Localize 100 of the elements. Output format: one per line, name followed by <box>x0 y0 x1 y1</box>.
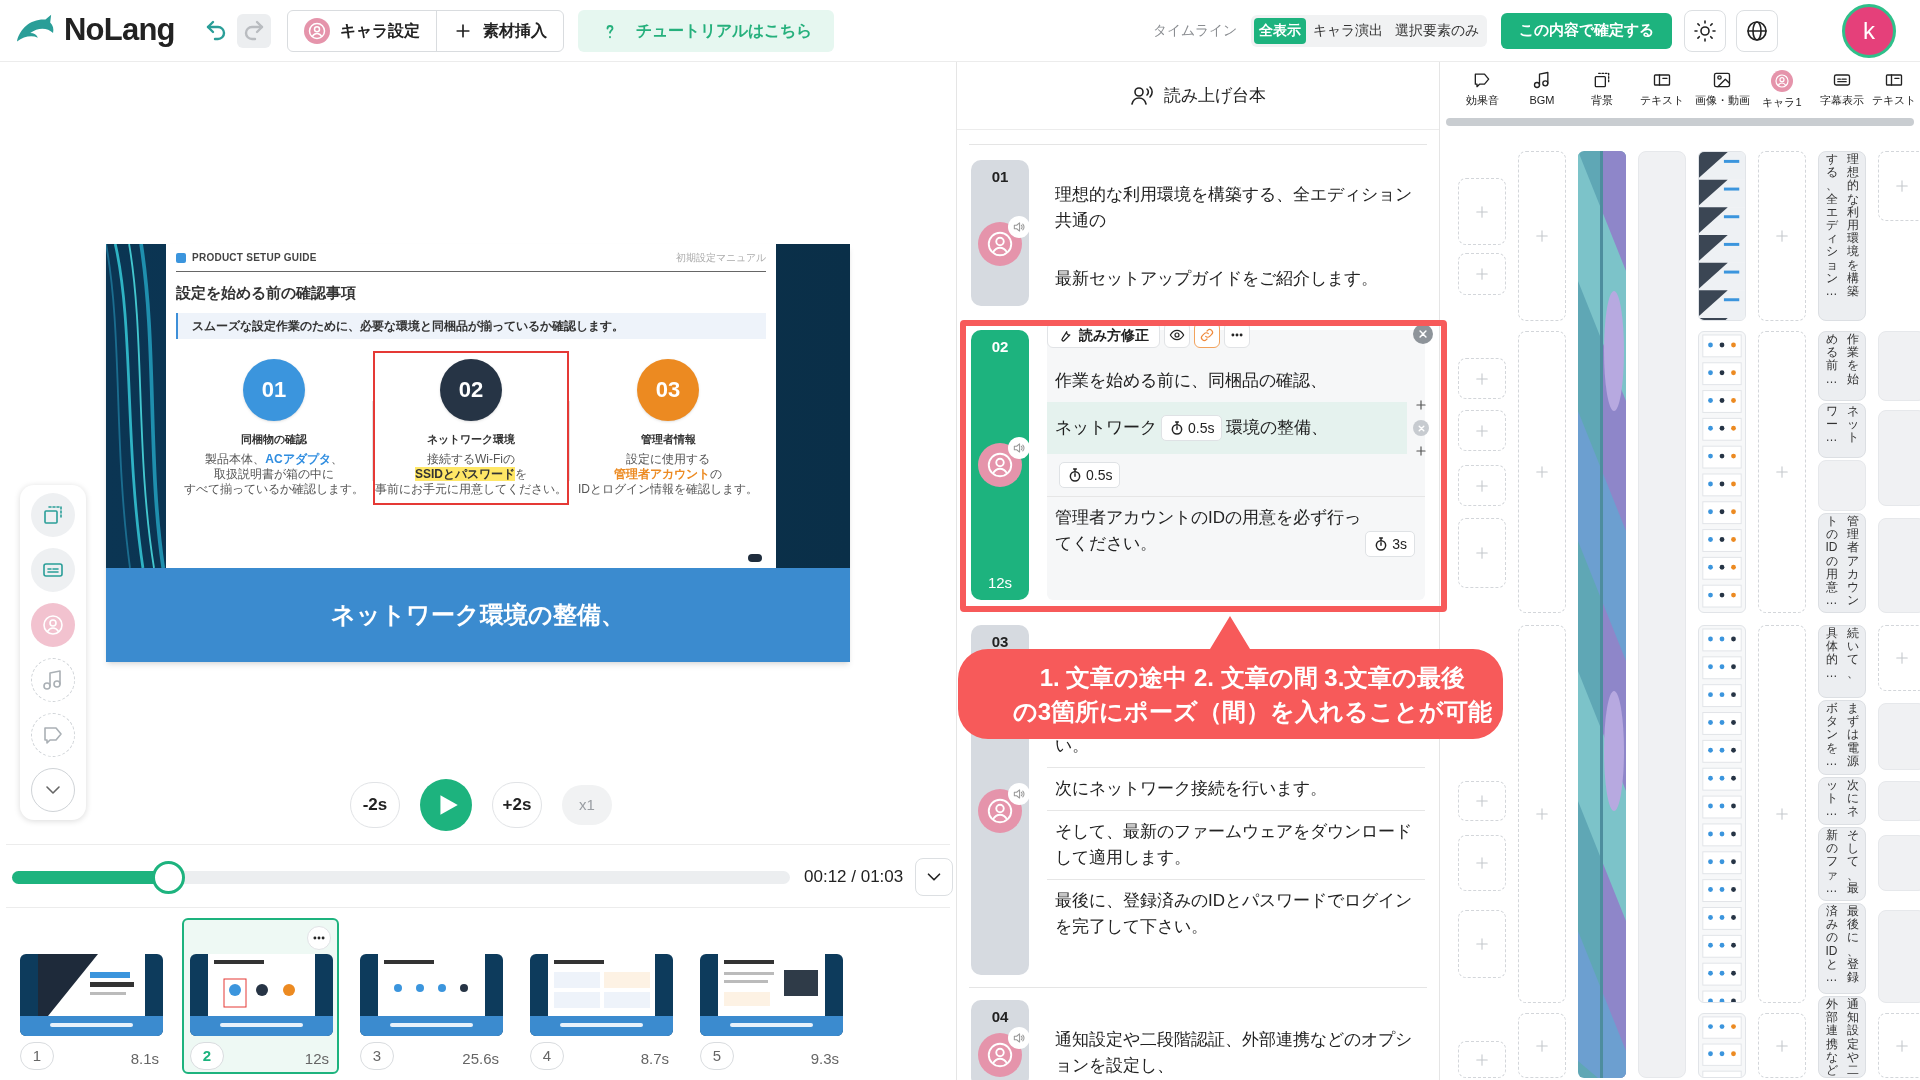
scene-card[interactable]: 1 8.1s <box>12 918 169 1074</box>
thumbnail-strip[interactable] <box>1698 625 1746 1003</box>
track-header[interactable]: テキスト <box>1872 70 1916 114</box>
subtitle-clip[interactable]: 具体的… 続いて、 <box>1818 625 1866 698</box>
subtitle-clip[interactable]: ボタンを… まずは電源 <box>1818 700 1866 775</box>
empty-clip[interactable] <box>1638 151 1686 1078</box>
scrollbar[interactable] <box>1446 118 1914 126</box>
pause-chip[interactable]: 3s <box>1365 531 1415 557</box>
scene-card[interactable]: 4 8.7s <box>522 918 679 1074</box>
slider-handle[interactable] <box>151 860 185 894</box>
subtitle-clip[interactable]: する、全エディション… 理想的な利用環境を構築 <box>1818 151 1866 321</box>
add-slot[interactable] <box>1518 331 1566 613</box>
theme-button[interactable] <box>1684 9 1726 52</box>
slide-thumbnail[interactable] <box>190 954 333 1036</box>
collapse-button[interactable] <box>915 858 954 896</box>
track-header[interactable]: BGM <box>1512 70 1572 114</box>
thumbnail-strip[interactable] <box>1698 331 1746 613</box>
scene-number: 4 <box>530 1042 564 1070</box>
add-slot[interactable] <box>1758 1013 1806 1078</box>
script-sentence[interactable]: 最新セットアップガイドをご紹介します。 <box>1047 258 1425 300</box>
step-label: 管理者情報 <box>640 431 696 447</box>
user-avatar[interactable]: k <box>1842 3 1896 58</box>
more-button[interactable] <box>307 926 331 950</box>
empty-clip[interactable] <box>1878 410 1920 506</box>
script-sentence[interactable]: 作業を始める前に、同梱品の確認、 <box>1047 360 1425 402</box>
subtitle-clip[interactable]: 済みのIDと… 最後に、登録 <box>1818 903 1866 994</box>
track-header[interactable]: 字幕表示 <box>1812 70 1872 114</box>
subtitle-clip[interactable]: 外部連携など 通知設定や二 <box>1818 996 1866 1078</box>
subtitle-clip[interactable]: める前… 作業を始 <box>1818 331 1866 401</box>
empty-clip[interactable] <box>1878 703 1920 770</box>
script-sentence[interactable]: 次にネットワーク接続を行います。 <box>1047 767 1425 810</box>
background-button[interactable] <box>31 493 75 537</box>
empty-clip[interactable] <box>1818 460 1866 511</box>
pause-chip[interactable]: 0.5s <box>1059 462 1121 488</box>
slide-thumbnail[interactable] <box>360 954 503 1036</box>
track-header[interactable]: 背景 <box>1572 70 1632 114</box>
add-slot[interactable] <box>1878 151 1920 221</box>
add-slot[interactable] <box>1518 625 1566 1003</box>
play-button[interactable] <box>420 779 472 831</box>
slide-header-label: 初期設定マニュアル <box>676 251 766 265</box>
add-slot[interactable] <box>1518 1013 1566 1078</box>
track-header[interactable]: 画像・動画 <box>1692 70 1752 114</box>
remove-icon[interactable] <box>1413 420 1429 436</box>
add-slot[interactable] <box>1458 358 1506 399</box>
character-settings-button[interactable]: キャラ設定 <box>287 10 436 51</box>
script-sentence[interactable]: 最後に、登録済みのIDとパスワードでログインを完了して下さい。 <box>1047 879 1425 948</box>
add-slot[interactable] <box>1458 910 1506 978</box>
add-slot[interactable] <box>1458 410 1506 451</box>
subtitle-button[interactable] <box>31 548 75 592</box>
add-slot[interactable] <box>1458 835 1506 891</box>
empty-clip[interactable] <box>1878 910 1920 1003</box>
subtitle-clip[interactable]: トのIDの用意… 管理者アカウン <box>1818 513 1866 613</box>
view-tab[interactable]: 選択要素のみ <box>1390 17 1484 44</box>
add-slot[interactable] <box>1458 781 1506 821</box>
empty-clip[interactable] <box>1878 835 1920 891</box>
segment-marker[interactable]: 01 <box>971 160 1029 306</box>
add-slot[interactable] <box>1758 151 1806 321</box>
scene-card[interactable]: 3 25.6s <box>352 918 509 1074</box>
add-slot[interactable] <box>1758 331 1806 613</box>
character-avatar[interactable] <box>978 789 1022 834</box>
track-header[interactable]: キャラ1 <box>1752 70 1812 114</box>
subtitle-clip[interactable]: ット… 次にネ <box>1818 777 1866 825</box>
subtitle-clip[interactable]: 新のファ… そして、最 <box>1818 827 1866 901</box>
view-tab[interactable]: キャラ演出 <box>1308 17 1388 44</box>
add-slot[interactable] <box>1458 465 1506 506</box>
empty-clip[interactable] <box>1878 331 1920 401</box>
add-slot[interactable] <box>1458 1041 1506 1078</box>
add-slot[interactable] <box>1878 1013 1920 1078</box>
add-slot[interactable] <box>1878 625 1920 691</box>
segment-marker[interactable]: 04 <box>971 1000 1029 1080</box>
track-header[interactable]: 効果音 <box>1452 70 1512 114</box>
slide-thumbnail[interactable] <box>700 954 843 1036</box>
scene-card[interactable]: 2 12s <box>182 918 339 1074</box>
slide-thumbnail[interactable] <box>530 954 673 1036</box>
subtitle-clip[interactable]: ワー… ネット <box>1818 403 1866 458</box>
script-sentence[interactable]: そして、最新のファームウェアをダウンロードして適用します。 <box>1047 810 1425 879</box>
add-slot[interactable] <box>1458 178 1506 245</box>
plus-icon <box>1414 398 1428 412</box>
empty-clip[interactable] <box>1878 518 1920 613</box>
insert-material-button[interactable]: 素材挿入 <box>435 10 563 51</box>
close-button[interactable] <box>1413 324 1433 344</box>
add-slot[interactable] <box>1758 625 1806 1003</box>
character-avatar[interactable] <box>978 222 1022 267</box>
add-slot[interactable] <box>1458 518 1506 588</box>
character-avatar[interactable] <box>978 443 1022 487</box>
character-avatar[interactable] <box>978 1032 1022 1077</box>
track-header[interactable]: テキスト <box>1632 70 1692 114</box>
thumbnail-strip[interactable] <box>1698 1013 1746 1078</box>
pause-chip[interactable]: 0.5s <box>1161 415 1223 441</box>
script-sentence[interactable]: 理想的な利用環境を構築する、全エディション共通の <box>1047 174 1425 242</box>
thumbnail-strip[interactable] <box>1698 151 1746 321</box>
scene-card[interactable]: 5 9.3s <box>692 918 849 1074</box>
add-slot[interactable] <box>1518 151 1566 321</box>
subtitle-text: ネットワーク環境の整備、 <box>331 600 625 630</box>
script-sentence[interactable]: 通知設定や二段階認証、外部連携などのオプションを設定し、 <box>1047 1019 1425 1080</box>
language-button[interactable] <box>1736 9 1778 52</box>
character-button[interactable] <box>31 603 75 647</box>
empty-clip[interactable] <box>1878 781 1920 821</box>
slide-thumbnail[interactable] <box>20 954 163 1036</box>
add-slot[interactable] <box>1458 253 1506 295</box>
